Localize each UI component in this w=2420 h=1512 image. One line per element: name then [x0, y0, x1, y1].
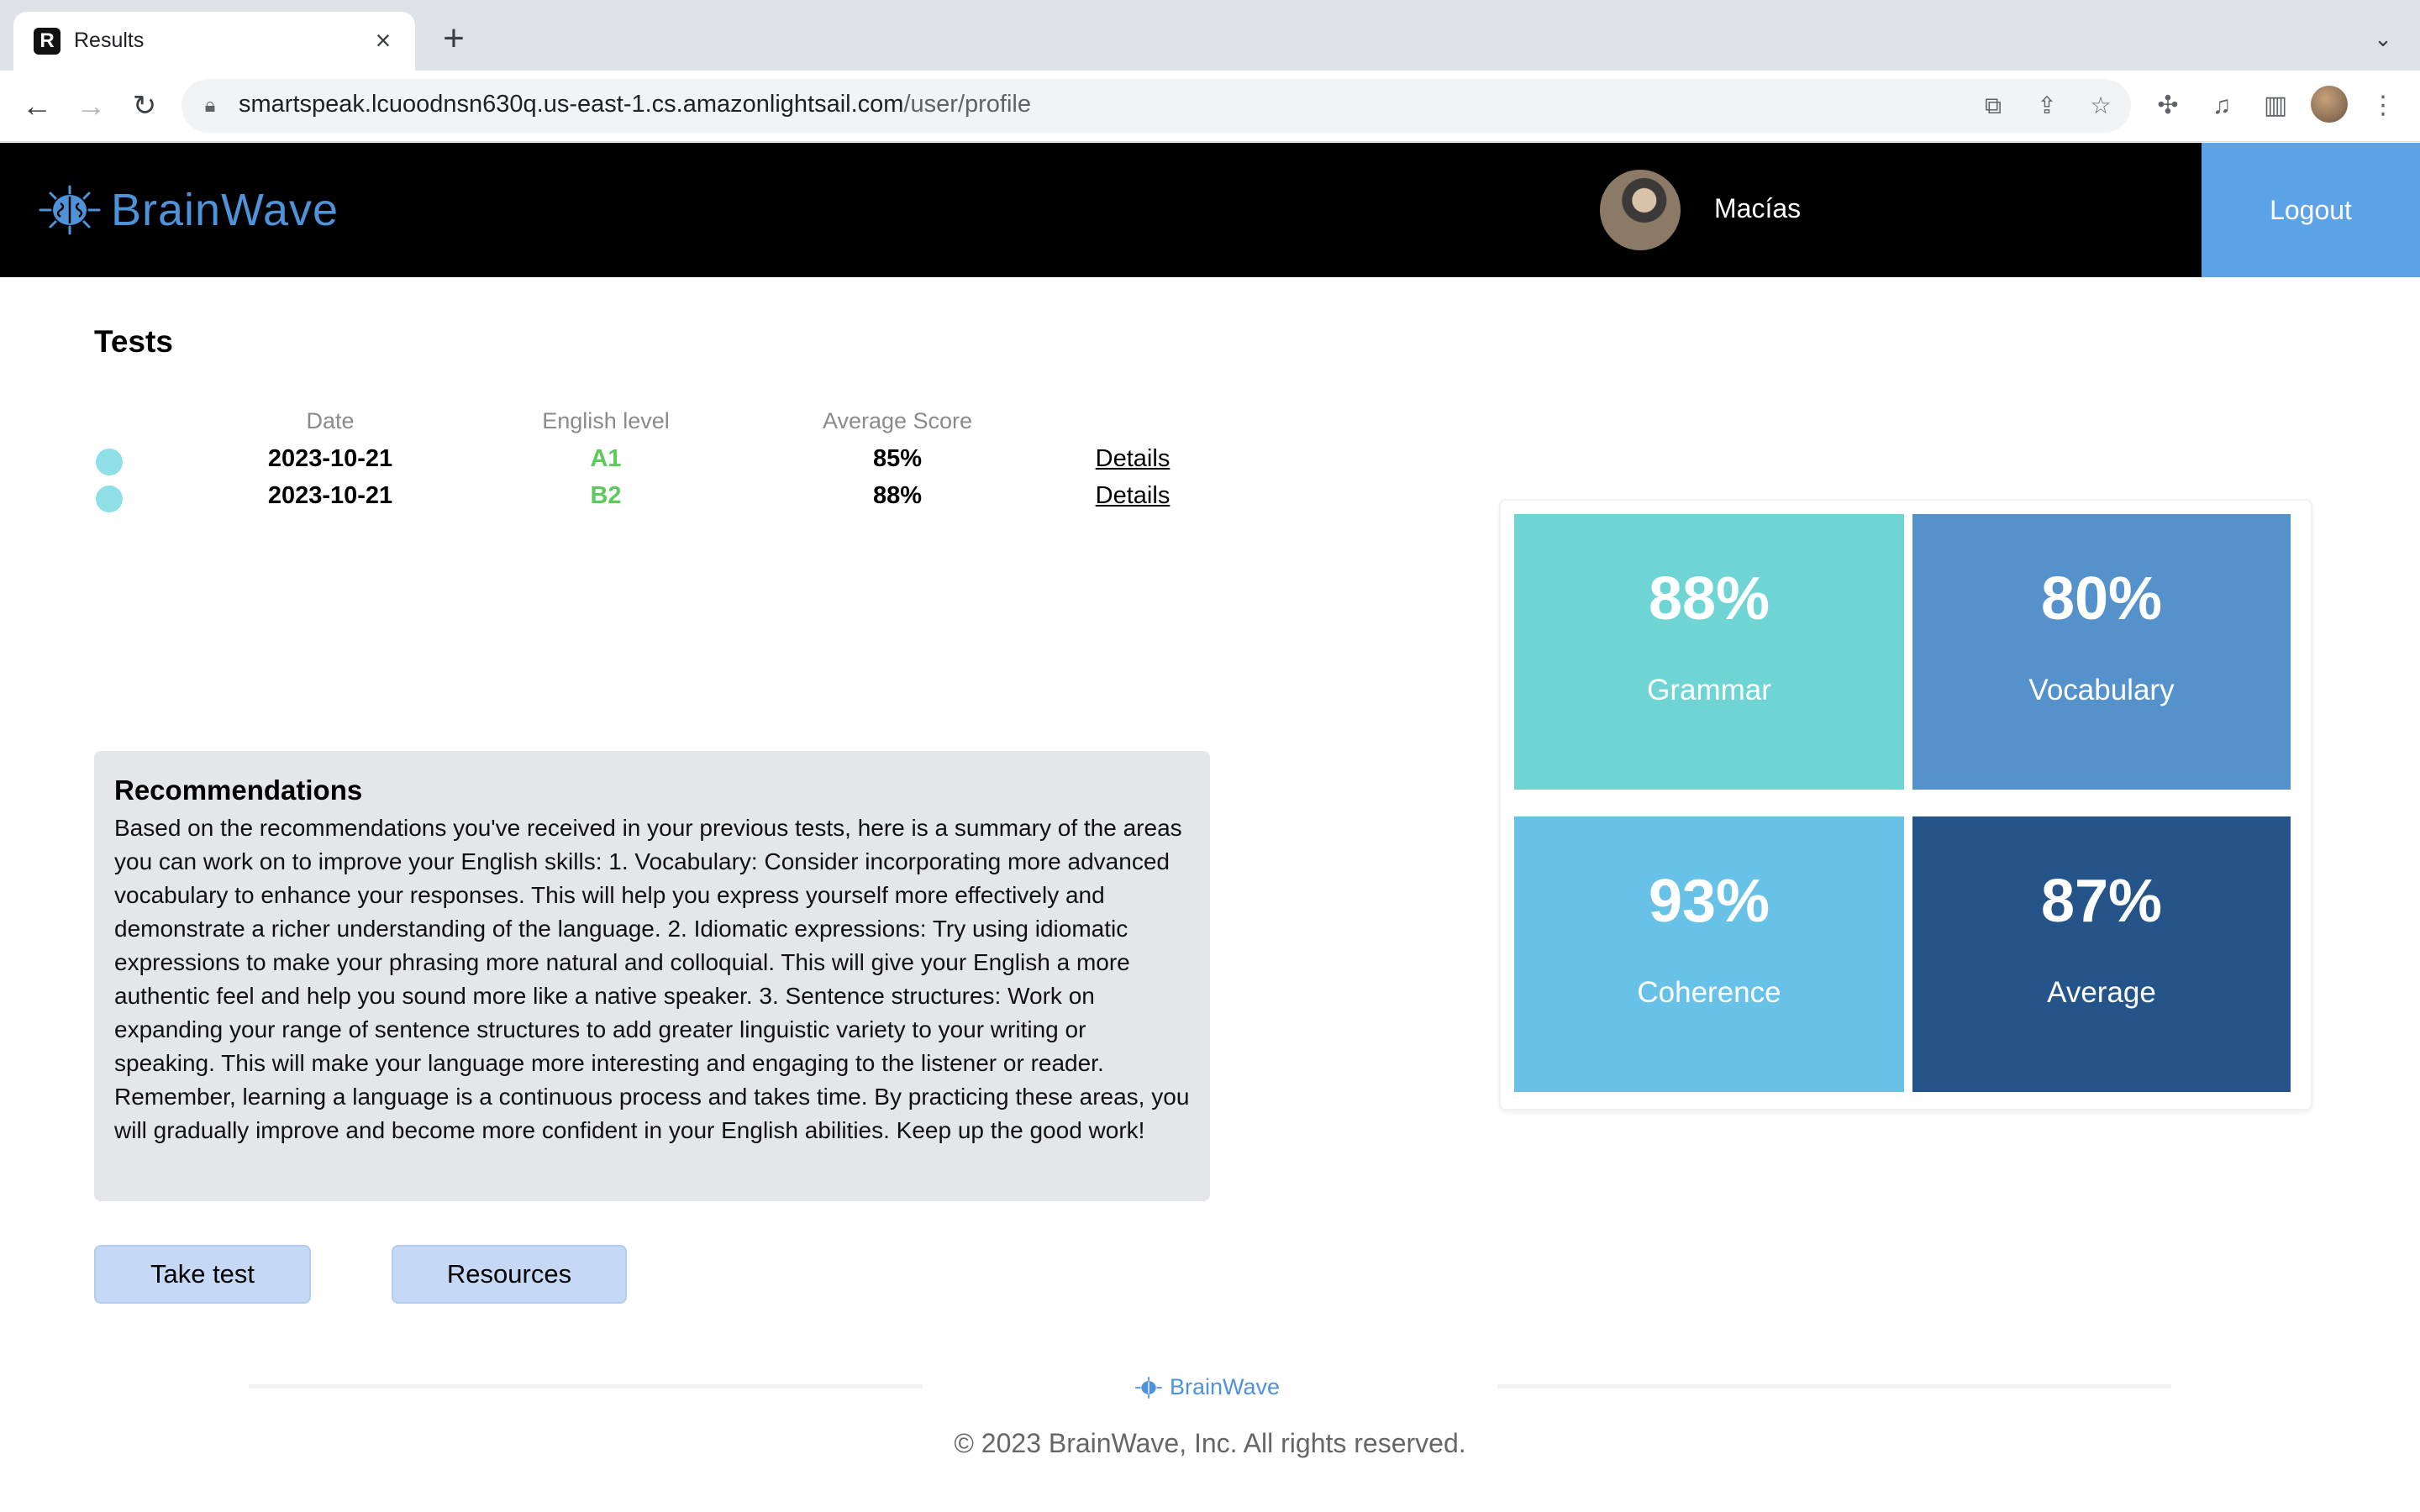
- score-value: 80%: [2040, 565, 2163, 633]
- scores-panel: 88% Grammar 80% Vocabulary 93% Coherence…: [1499, 499, 2312, 1110]
- score-value: 87%: [2040, 868, 2163, 935]
- logout-button[interactable]: Logout: [2202, 143, 2420, 277]
- username[interactable]: Macías: [1714, 193, 1801, 224]
- score-tile-average: 87% Average: [1912, 816, 2291, 1092]
- test-level: A1: [590, 445, 622, 472]
- brain-icon: [39, 185, 101, 235]
- score-tile-coherence: 93% Coherence: [1514, 816, 1904, 1092]
- back-arrow-icon[interactable]: ←: [17, 86, 57, 126]
- reload-icon[interactable]: ↻: [124, 86, 165, 126]
- brand-name: BrainWave: [111, 185, 339, 235]
- brain-icon: [1134, 1376, 1163, 1399]
- table-row: 2023-10-21 B2 88% Details: [94, 479, 1270, 516]
- score-label: Vocabulary: [2028, 674, 2175, 706]
- site-header: BrainWave Macías Logout: [0, 143, 2420, 277]
- browser-tab-bar: R Results × + ⌄: [0, 0, 2420, 71]
- table-row: 2023-10-21 A1 85% Details: [94, 442, 1270, 479]
- status-dot-icon: [96, 449, 123, 475]
- footer-brand[interactable]: BrainWave: [1134, 1374, 1280, 1400]
- url-host: smartspeak.lcuoodnsn630q.us-east-1.cs.am…: [239, 91, 904, 118]
- recommendations-heading: Recommendations: [114, 774, 363, 806]
- tests-heading: Tests: [94, 324, 173, 359]
- test-score: 88%: [872, 482, 923, 509]
- recommendations-text: Based on the recommendations you've rece…: [114, 815, 1190, 1143]
- forward-arrow-icon[interactable]: →: [71, 86, 111, 126]
- score-value: 88%: [1648, 565, 1770, 633]
- score-label: Grammar: [1647, 674, 1771, 706]
- url-text[interactable]: smartspeak.lcuoodnsn630q.us-east-1.cs.am…: [239, 91, 1031, 118]
- details-link[interactable]: Details: [1096, 482, 1171, 510]
- browser-toolbar: ← → ↻ 🔒︎ smartspeak.lcuoodnsn630q.us-eas…: [0, 71, 2420, 142]
- status-dot-icon: [96, 486, 123, 512]
- more-menu-icon[interactable]: ⋮: [2365, 87, 2402, 124]
- test-score: 85%: [872, 445, 923, 472]
- column-header-date: Date: [306, 408, 355, 433]
- score-tile-vocabulary: 80% Vocabulary: [1912, 514, 2291, 790]
- score-label: Average: [2047, 976, 2156, 1009]
- column-header-english-level: English level: [542, 408, 670, 433]
- url-path: /user/profile: [903, 91, 1031, 118]
- side-panel-icon[interactable]: ▥: [2257, 87, 2294, 124]
- tab-title: Results: [74, 29, 145, 52]
- lock-icon[interactable]: 🔒︎: [198, 94, 222, 118]
- address-bar[interactable]: 🔒︎ smartspeak.lcuoodnsn630q.us-east-1.cs…: [182, 79, 2131, 133]
- copyright-text: © 2023 BrainWave, Inc. All rights reserv…: [954, 1428, 1466, 1458]
- bookmark-star-icon[interactable]: ☆: [2084, 89, 2118, 123]
- test-date: 2023-10-21: [267, 445, 393, 472]
- media-control-icon[interactable]: ♫: [2203, 87, 2240, 124]
- close-tab-icon[interactable]: ×: [365, 22, 402, 59]
- test-date: 2023-10-21: [267, 482, 393, 509]
- footer-divider: [1497, 1384, 2171, 1389]
- footer-divider: [249, 1384, 923, 1389]
- site-favicon-icon: R: [34, 28, 60, 55]
- browser-tab-results[interactable]: R Results ×: [13, 12, 415, 71]
- recommendations-panel: Recommendations Based on the recommendat…: [94, 751, 1210, 1201]
- column-header-average-score: Average Score: [822, 408, 973, 433]
- chevron-down-icon[interactable]: ⌄: [2366, 22, 2400, 55]
- take-test-button[interactable]: Take test: [94, 1245, 311, 1304]
- resources-button[interactable]: Resources: [392, 1245, 627, 1304]
- brand-logo[interactable]: BrainWave: [37, 180, 339, 240]
- user-avatar[interactable]: [1600, 170, 1681, 250]
- details-link[interactable]: Details: [1096, 445, 1171, 473]
- test-level: B2: [590, 482, 622, 509]
- browser-profile-avatar[interactable]: [2311, 86, 2348, 123]
- translate-icon[interactable]: ⧉: [1976, 89, 2010, 123]
- extensions-icon[interactable]: ✣: [2149, 87, 2186, 124]
- footer-brand-name: BrainWave: [1170, 1374, 1281, 1399]
- score-value: 93%: [1648, 868, 1770, 935]
- share-icon[interactable]: ⇪: [2030, 89, 2064, 123]
- new-tab-icon[interactable]: +: [434, 18, 474, 59]
- score-label: Coherence: [1637, 976, 1781, 1009]
- score-tile-grammar: 88% Grammar: [1514, 514, 1904, 790]
